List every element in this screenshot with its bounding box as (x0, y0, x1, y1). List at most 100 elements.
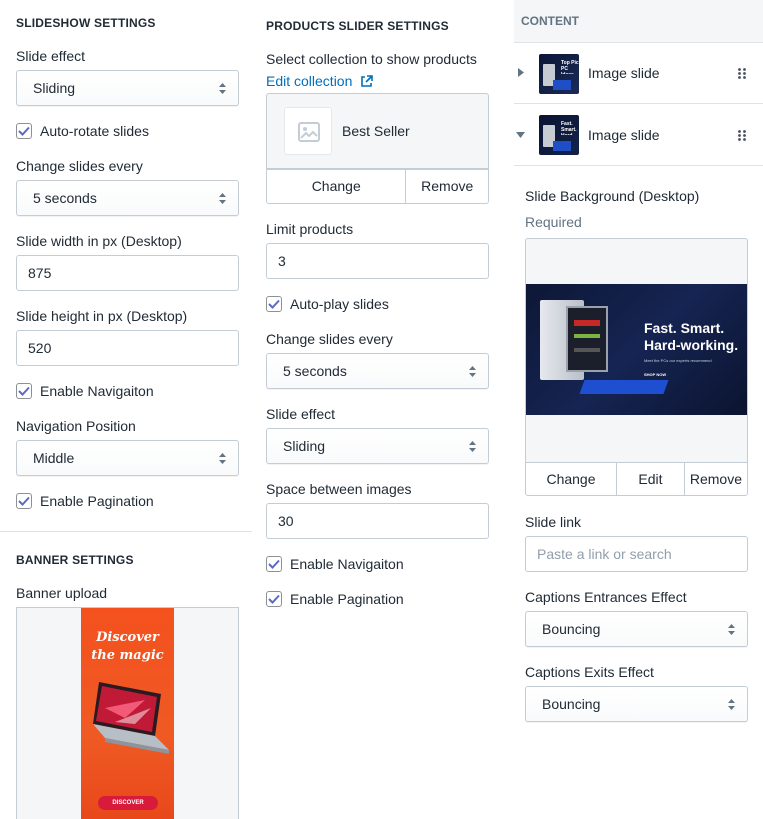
slide-effect-select[interactable]: Sliding (16, 70, 239, 106)
enable-navigation-checkbox[interactable]: Enable Navigaiton (16, 381, 154, 401)
captions-exits-value: Bouncing (542, 696, 601, 712)
select-arrows-icon (728, 699, 735, 710)
checkbox-checked-icon (16, 493, 32, 509)
banner-heading-1: Discover (96, 630, 159, 645)
captions-exits-label: Captions Exits Effect (525, 664, 654, 680)
preview-subline: Meet the PCs our experts recommend (644, 358, 712, 363)
select-arrows-icon (219, 83, 226, 94)
preview-pc-window (566, 306, 608, 372)
products-change-every-label: Change slides every (266, 331, 393, 347)
slide-background-image: Fast. Smart. Hard-working. Meet the PCs … (526, 284, 747, 415)
change-slides-every-value: 5 seconds (33, 190, 97, 206)
content-title: CONTENT (521, 14, 579, 28)
space-between-input[interactable]: 30 (266, 503, 489, 539)
slide-thumbnail: Top Pic PC Ideas (539, 54, 579, 94)
thumbnail-laptop (553, 80, 571, 90)
products-slider-title: PRODUCTS SLIDER SETTINGS (266, 19, 449, 33)
products-change-every-value: 5 seconds (283, 363, 347, 379)
products-enable-pagination-checkbox[interactable]: Enable Pagination (266, 589, 404, 609)
preview-headline-1: Fast. Smart. (644, 320, 725, 336)
banner-heading-2: the magic (91, 648, 164, 663)
slideshow-settings-title: SLIDESHOW SETTINGS (16, 16, 156, 30)
captions-entrances-select[interactable]: Bouncing (525, 611, 748, 647)
space-between-label: Space between images (266, 481, 412, 497)
content-item-label: Image slide (588, 65, 660, 81)
collection-name: Best Seller (342, 123, 410, 139)
slide-height-input[interactable]: 520 (16, 330, 239, 366)
edit-collection-link[interactable]: Edit collection (266, 73, 374, 89)
banner-image-frame[interactable]: Discover the magic DISCOVER (16, 607, 239, 819)
captions-exits-select[interactable]: Bouncing (525, 686, 748, 722)
slide-link-input[interactable]: Paste a link or search (525, 536, 748, 572)
checkbox-checked-icon (266, 556, 282, 572)
checkbox-checked-icon (16, 383, 32, 399)
select-arrows-icon (728, 624, 735, 635)
change-slides-every-label: Change slides every (16, 158, 143, 174)
remove-collection-button[interactable]: Remove (406, 170, 488, 203)
thumbnail-laptop (553, 141, 571, 151)
navigation-position-select[interactable]: Middle (16, 440, 239, 476)
chevron-right-icon (518, 68, 524, 77)
slide-width-input[interactable]: 875 (16, 255, 239, 291)
laptop-illustration (93, 682, 169, 754)
change-slides-every-select[interactable]: 5 seconds (16, 180, 239, 216)
remove-image-button[interactable]: Remove (685, 463, 747, 495)
banner-settings-title: BANNER SETTINGS (16, 553, 134, 567)
navigation-position-label: Navigation Position (16, 418, 136, 434)
collection-image-placeholder (284, 107, 332, 155)
enable-pagination-label: Enable Pagination (40, 493, 154, 509)
slide-effect-value: Sliding (33, 80, 76, 96)
thumbnail-text: Top Pic PC Ideas (561, 60, 579, 74)
change-image-button[interactable]: Change (526, 463, 617, 495)
select-arrows-icon (469, 366, 476, 377)
image-placeholder-icon (298, 122, 320, 142)
preview-laptop (579, 380, 669, 394)
enable-pagination-checkbox[interactable]: Enable Pagination (16, 491, 154, 511)
slide-background-frame[interactable]: Fast. Smart. Hard-working. Meet the PCs … (525, 238, 748, 462)
chevron-down-icon (516, 132, 525, 138)
preview-headline-2: Hard-working. (644, 337, 739, 353)
products-enable-navigation-checkbox[interactable]: Enable Navigaiton (266, 554, 404, 574)
change-collection-button[interactable]: Change (267, 170, 407, 203)
preview-pc-part-red (574, 320, 600, 326)
collection-card: Best Seller (266, 93, 489, 169)
content-header: CONTENT (514, 0, 763, 43)
products-slide-effect-select[interactable]: Sliding (266, 428, 489, 464)
section-divider (0, 531, 252, 532)
slide-link-label: Slide link (525, 514, 582, 530)
checkbox-checked-icon (266, 296, 282, 312)
auto-play-checkbox[interactable]: Auto-play slides (266, 294, 389, 314)
preview-pc-part-grey (574, 348, 600, 352)
select-arrows-icon (219, 193, 226, 204)
required-label: Required (525, 214, 582, 230)
content-list-item-expanded[interactable]: Fast. Smart. Hard-work Image slide (514, 104, 763, 166)
auto-rotate-label: Auto-rotate slides (40, 123, 149, 139)
products-change-every-select[interactable]: 5 seconds (266, 353, 489, 389)
edit-collection-text: Edit collection (266, 73, 353, 89)
captions-entrances-value: Bouncing (542, 621, 601, 637)
external-link-icon (361, 74, 374, 87)
navigation-position-value: Middle (33, 450, 75, 466)
checkbox-checked-icon (266, 591, 282, 607)
drag-handle-icon[interactable] (738, 130, 746, 141)
limit-products-label: Limit products (266, 221, 354, 237)
checkbox-checked-icon (16, 123, 32, 139)
content-list-item[interactable]: Top Pic PC Ideas Image slide (514, 43, 763, 104)
limit-products-input[interactable]: 3 (266, 243, 489, 279)
select-collection-label: Select collection to show products (266, 51, 477, 67)
edit-image-button[interactable]: Edit (617, 463, 685, 495)
products-enable-pagination-label: Enable Pagination (290, 591, 404, 607)
banner-discover-button: DISCOVER (98, 796, 158, 810)
content-item-label: Image slide (588, 127, 660, 143)
slide-background-actions: Change Edit Remove (525, 462, 748, 496)
slide-thumbnail: Fast. Smart. Hard-work (539, 115, 579, 155)
select-arrows-icon (469, 441, 476, 452)
slide-width-label: Slide width in px (Desktop) (16, 233, 182, 249)
banner-image: Discover the magic DISCOVER (81, 608, 174, 819)
banner-upload-label: Banner upload (16, 585, 108, 601)
drag-handle-icon[interactable] (738, 68, 746, 79)
slide-effect-label: Slide effect (16, 48, 86, 64)
captions-entrances-label: Captions Entrances Effect (525, 589, 687, 605)
auto-rotate-checkbox[interactable]: Auto-rotate slides (16, 121, 149, 141)
preview-cta: SHOP NOW (644, 372, 667, 377)
